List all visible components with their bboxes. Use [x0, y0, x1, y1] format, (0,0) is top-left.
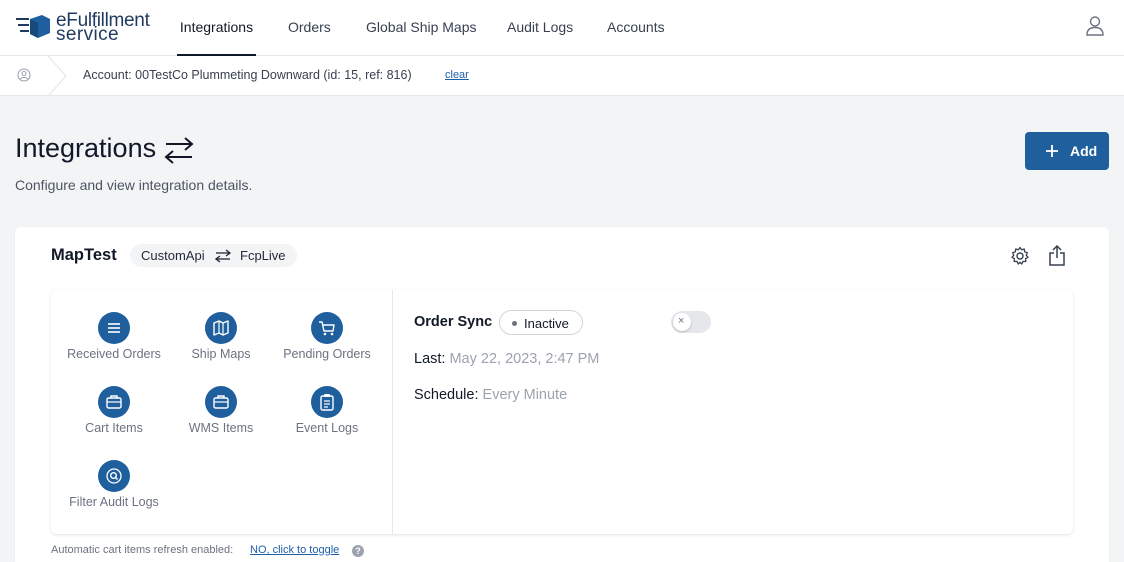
- user-icon[interactable]: [1085, 15, 1105, 37]
- briefcase-icon: [98, 386, 130, 418]
- search-icon: [98, 460, 130, 492]
- add-button[interactable]: Add: [1025, 132, 1109, 170]
- add-button-label: Add: [1070, 143, 1098, 159]
- integration-source: CustomApi: [141, 248, 205, 263]
- nav-audit-logs[interactable]: Audit Logs: [507, 0, 573, 56]
- account-circle-icon: [17, 68, 31, 82]
- help-icon[interactable]: ?: [352, 545, 364, 557]
- tile-label: Cart Items: [85, 421, 143, 435]
- status-dot: [512, 321, 517, 326]
- nav-orders[interactable]: Orders: [288, 0, 331, 56]
- map-icon: [205, 312, 237, 344]
- tile-label: Pending Orders: [283, 347, 371, 361]
- order-sync-toggle[interactable]: ×: [671, 311, 711, 333]
- toggle-knob: ×: [673, 313, 691, 331]
- last-sync-row: Last: May 22, 2023, 2:47 PM: [414, 351, 599, 367]
- nav-global-ship-maps[interactable]: Global Ship Maps: [366, 0, 477, 56]
- last-sync-label: Last:: [414, 351, 446, 367]
- breadcrumb-separator-icon: [47, 56, 67, 96]
- integration-route-chip: CustomApi FcpLive: [130, 244, 297, 267]
- schedule-row: Schedule: Every Minute: [414, 387, 567, 403]
- top-nav: eFulfillment service Integrations Orders…: [0, 0, 1124, 56]
- integration-name: MapTest: [51, 246, 117, 264]
- list-icon: [98, 312, 130, 344]
- status-badge: Inactive: [499, 310, 583, 335]
- gear-icon[interactable]: [1010, 246, 1030, 266]
- nav-integrations[interactable]: Integrations: [177, 0, 256, 56]
- close-icon: ×: [678, 315, 685, 327]
- clear-account-link[interactable]: clear: [445, 69, 469, 81]
- account-label: Account: 00TestCo Plummeting Downward (i…: [83, 68, 412, 82]
- logo-icon: [16, 15, 50, 38]
- schedule-value: Every Minute: [482, 387, 568, 403]
- tile-label: Filter Audit Logs: [69, 495, 159, 509]
- order-sync-title: Order Sync: [414, 314, 493, 330]
- logo[interactable]: eFulfillment service: [16, 11, 156, 45]
- briefcase-icon: [205, 386, 237, 418]
- tile-label: Received Orders: [67, 347, 161, 361]
- schedule-label: Schedule:: [414, 387, 479, 403]
- cart-refresh-note: Automatic cart items refresh enabled:: [51, 544, 234, 556]
- plus-icon: [1046, 145, 1058, 157]
- tile-label: WMS Items: [188, 421, 254, 435]
- cart-refresh-toggle-link[interactable]: NO, click to toggle: [250, 544, 339, 556]
- last-sync-value: May 22, 2023, 2:47 PM: [449, 351, 600, 367]
- integration-card: MapTest CustomApi FcpLive Received Order…: [15, 227, 1109, 562]
- export-icon[interactable]: [1048, 245, 1066, 267]
- account-bar: Account: 00TestCo Plummeting Downward (i…: [0, 56, 1124, 96]
- panel-divider: [392, 290, 393, 534]
- clipboard-icon: [311, 386, 343, 418]
- status-text: Inactive: [524, 316, 569, 331]
- arrows-exchange-icon: [215, 249, 231, 263]
- integration-destination: FcpLive: [240, 248, 286, 263]
- arrows-exchange-icon: [164, 137, 194, 164]
- logo-line2: service: [56, 24, 119, 45]
- integration-detail-panel: Received Orders Ship Maps Pending Orders…: [51, 290, 1073, 534]
- tile-label: Event Logs: [295, 421, 359, 435]
- page-title: Integrations: [15, 133, 157, 163]
- tile-label: Ship Maps: [191, 347, 251, 361]
- cart-icon: [311, 312, 343, 344]
- nav-accounts[interactable]: Accounts: [607, 0, 665, 56]
- page-subtitle: Configure and view integration details.: [15, 177, 253, 193]
